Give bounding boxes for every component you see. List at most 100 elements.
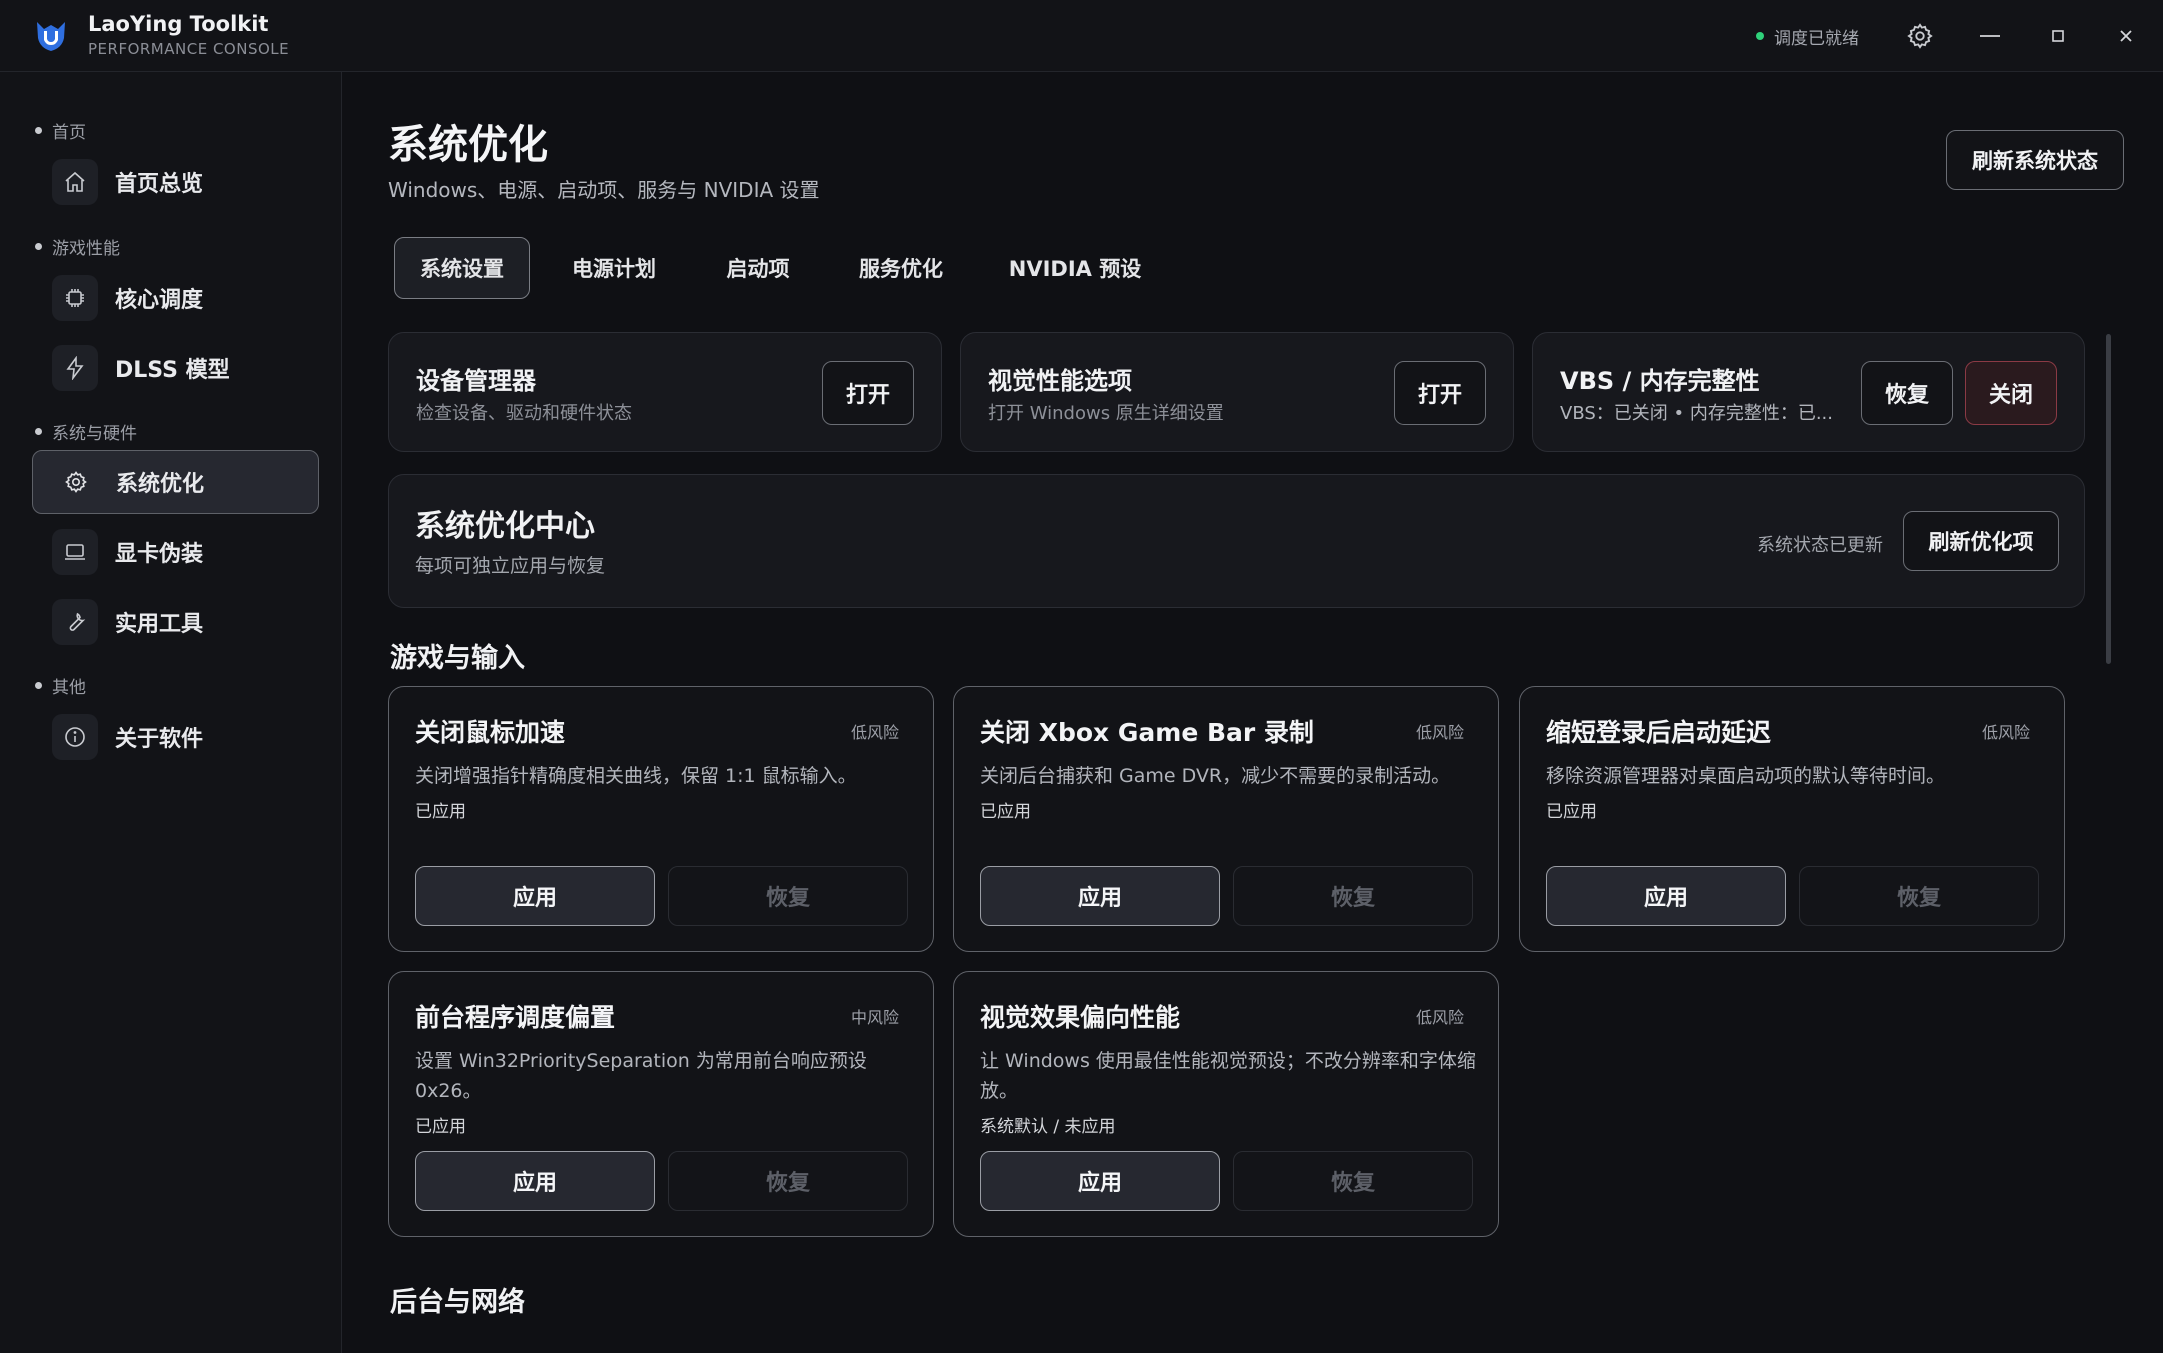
- page-subtitle: Windows、电源、启动项、服务与 NVIDIA 设置: [388, 178, 820, 202]
- page-title: 系统优化: [388, 122, 548, 168]
- center-status: 系统状态已更新: [1757, 535, 1883, 556]
- section-dot: [35, 127, 42, 134]
- maximize-button[interactable]: [2036, 14, 2080, 58]
- gear-icon: [53, 459, 99, 505]
- card-title: 关闭鼠标加速: [415, 718, 566, 747]
- vbs-memory-integrity-panel: VBS / 内存完整性 VBS：已关闭 • 内存完整性：已... 恢复 关闭: [1532, 332, 2085, 452]
- sidebar-item-label: 核心调度: [115, 288, 204, 313]
- center-title: 系统优化中心: [415, 509, 595, 544]
- risk-badge: 低风险: [1981, 723, 2030, 742]
- settings-icon: [1907, 23, 1933, 49]
- sidebar-item-label: 实用工具: [115, 612, 204, 637]
- card-foreground-priority: 前台程序调度偏置 中风险 设置 Win32PrioritySeparation …: [388, 971, 934, 1237]
- tab-system-settings[interactable]: 系统设置: [394, 237, 530, 299]
- status-text: 调度已就绪: [1774, 28, 1859, 49]
- status-indicator: 调度已就绪: [1756, 24, 1859, 49]
- card-shorten-startup-delay: 缩短登录后启动延迟 低风险 移除资源管理器对桌面启动项的默认等待时间。 已应用 …: [1519, 686, 2065, 952]
- cpu-icon: [52, 275, 98, 321]
- nav-section-label: 系统与硬件: [52, 424, 137, 444]
- nav-section-label: 游戏性能: [52, 239, 120, 259]
- close-button[interactable]: [2104, 14, 2148, 58]
- nav-section-label: 其他: [52, 678, 86, 698]
- panel-desc: VBS：已关闭 • 内存完整性：已...: [1560, 403, 1833, 424]
- card-title: 关闭 Xbox Game Bar 录制: [980, 718, 1314, 747]
- tab-services[interactable]: 服务优化: [836, 237, 966, 299]
- open-device-manager-button[interactable]: 打开: [822, 361, 914, 425]
- card-desc: 让 Windows 使用最佳性能视觉预设；不改分辨率和字体缩放。: [980, 1050, 1476, 1102]
- restore-button[interactable]: 恢复: [668, 1151, 908, 1211]
- panel-title: VBS / 内存完整性: [1560, 367, 1760, 395]
- apply-button[interactable]: 应用: [980, 1151, 1220, 1211]
- center-desc: 每项可独立应用与恢复: [415, 555, 606, 577]
- maximize-icon: [2052, 30, 2064, 42]
- card-state: 系统默认 / 未应用: [980, 1117, 1116, 1137]
- restore-button[interactable]: 恢复: [1799, 866, 2039, 926]
- card-state: 已应用: [415, 802, 466, 822]
- sidebar-item-label: 首页总览: [115, 172, 204, 197]
- panel-title: 视觉性能选项: [988, 367, 1132, 395]
- card-desc: 设置 Win32PrioritySeparation 为常用前台响应预设 0x2…: [415, 1050, 867, 1102]
- restore-button[interactable]: 恢复: [668, 866, 908, 926]
- sidebar-item-home[interactable]: 首页总览: [32, 150, 319, 214]
- info-icon: [52, 714, 98, 760]
- panel-title: 设备管理器: [416, 367, 536, 395]
- sidebar-item-core-scheduling[interactable]: 核心调度: [32, 266, 319, 330]
- sidebar-item-system-optimization[interactable]: 系统优化: [32, 450, 319, 514]
- apply-button[interactable]: 应用: [415, 866, 655, 926]
- wrench-icon: [52, 599, 98, 645]
- risk-badge: 低风险: [1415, 723, 1464, 742]
- restore-button[interactable]: 恢复: [1233, 866, 1473, 926]
- close-icon: [2120, 30, 2132, 42]
- card-state: 已应用: [980, 802, 1031, 822]
- tab-startup[interactable]: 启动项: [700, 237, 816, 299]
- apply-button[interactable]: 应用: [1546, 866, 1786, 926]
- nav-section-home: 首页: [35, 118, 86, 143]
- restore-button[interactable]: 恢复: [1233, 1151, 1473, 1211]
- risk-badge: 中风险: [850, 1008, 899, 1027]
- home-icon: [52, 159, 98, 205]
- risk-badge: 低风险: [850, 723, 899, 742]
- card-visual-effects-performance: 视觉效果偏向性能 低风险 让 Windows 使用最佳性能视觉预设；不改分辨率和…: [953, 971, 1499, 1237]
- title-bar: LaoYing Toolkit PERFORMANCE CONSOLE 调度已就…: [0, 0, 2163, 72]
- minimize-button[interactable]: [1968, 14, 2012, 58]
- apply-button[interactable]: 应用: [980, 866, 1220, 926]
- monitor-icon: [52, 529, 98, 575]
- apply-button[interactable]: 应用: [415, 1151, 655, 1211]
- sidebar-item-label: 显卡伪装: [115, 542, 204, 567]
- card-state: 已应用: [1546, 802, 1597, 822]
- disable-vbs-button[interactable]: 关闭: [1965, 361, 2057, 425]
- open-visual-options-button[interactable]: 打开: [1394, 361, 1486, 425]
- card-desc: 关闭后台捕获和 Game DVR，减少不需要的录制活动。: [980, 765, 1451, 787]
- scrollbar-thumb[interactable]: [2106, 334, 2111, 664]
- nav-section-system-hardware: 系统与硬件: [35, 419, 137, 444]
- app-subtitle: PERFORMANCE CONSOLE: [88, 40, 290, 58]
- refresh-system-status-button[interactable]: 刷新系统状态: [1946, 130, 2124, 190]
- card-state: 已应用: [415, 1117, 466, 1137]
- refresh-optimizations-button[interactable]: 刷新优化项: [1903, 511, 2059, 571]
- risk-badge: 低风险: [1415, 1008, 1464, 1027]
- nav-section-gaming: 游戏性能: [35, 234, 120, 259]
- card-desc: 关闭增强指针精确度相关曲线，保留 1:1 鼠标输入。: [415, 765, 857, 787]
- sidebar-item-dlss[interactable]: DLSS 模型: [32, 336, 319, 400]
- tab-nvidia-presets[interactable]: NVIDIA 预设: [990, 237, 1160, 299]
- card-title: 视觉效果偏向性能: [980, 1003, 1181, 1032]
- app-logo: [37, 22, 65, 51]
- tab-power-plan[interactable]: 电源计划: [548, 237, 680, 299]
- card-disable-xbox-game-bar: 关闭 Xbox Game Bar 录制 低风险 关闭后台捕获和 Game DVR…: [953, 686, 1499, 952]
- sidebar-item-label: DLSS 模型: [115, 358, 230, 383]
- section-dot: [35, 428, 42, 435]
- optimization-center-panel: 系统优化中心 每项可独立应用与恢复 系统状态已更新 刷新优化项: [388, 474, 2085, 608]
- sidebar: 首页 首页总览 游戏性能 核心调度 DLSS 模型 系统与硬件 系统优化 显卡伪…: [0, 72, 342, 1353]
- card-disable-mouse-acceleration: 关闭鼠标加速 低风险 关闭增强指针精确度相关曲线，保留 1:1 鼠标输入。 已应…: [388, 686, 934, 952]
- restore-vbs-button[interactable]: 恢复: [1861, 361, 1953, 425]
- sidebar-item-about[interactable]: 关于软件: [32, 705, 319, 769]
- section-title-games-input: 游戏与输入: [390, 643, 525, 674]
- panel-desc: 打开 Windows 原生详细设置: [988, 403, 1224, 424]
- app-name: LaoYing Toolkit: [88, 12, 269, 36]
- card-title: 缩短登录后启动延迟: [1546, 718, 1772, 747]
- sidebar-item-gpu-spoof[interactable]: 显卡伪装: [32, 520, 319, 584]
- panel-desc: 检查设备、驱动和硬件状态: [416, 403, 632, 424]
- sidebar-item-utilities[interactable]: 实用工具: [32, 590, 319, 654]
- section-dot: [35, 682, 42, 689]
- settings-button[interactable]: [1898, 14, 1942, 58]
